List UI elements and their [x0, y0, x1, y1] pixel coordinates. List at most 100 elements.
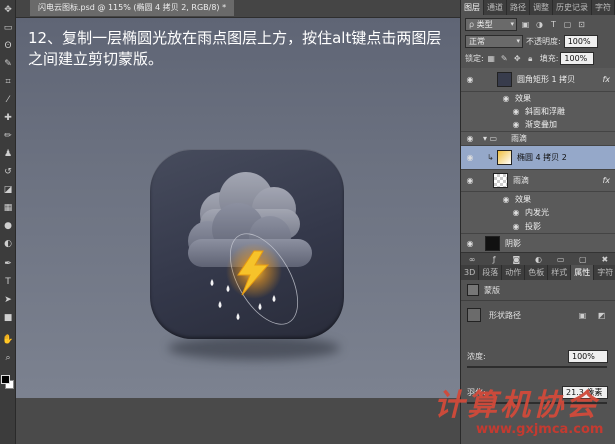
delete-icon[interactable]: ✖	[599, 254, 610, 265]
tab-styles[interactable]: 样式	[548, 265, 572, 280]
tab-swatches[interactable]: 色板	[525, 265, 549, 280]
adjustment-icon[interactable]: ◐	[533, 254, 544, 265]
effect-row[interactable]: ◉ 斜面和浮雕	[461, 105, 615, 118]
effects-row[interactable]: ◉ 效果	[461, 92, 615, 105]
history-brush-icon[interactable]: ↺	[2, 166, 14, 178]
fx-icon[interactable]: ƒ	[489, 254, 500, 265]
opacity-label: 不透明度:	[526, 37, 561, 46]
document-tab-bar: 闪电云图标.psd @ 115% (椭圆 4 拷贝 2, RGB/8) *	[16, 0, 460, 18]
new-group-icon[interactable]: ▭	[555, 254, 566, 265]
opacity-input[interactable]: 100%	[563, 35, 598, 48]
pen-tool-icon[interactable]: ✒	[2, 258, 14, 270]
tab-paragraph[interactable]: 段落	[479, 265, 503, 280]
brush-tool-icon[interactable]: ✏	[2, 130, 14, 142]
layer-filter-select[interactable]: ρ 类型	[465, 18, 517, 31]
dodge-tool-icon[interactable]: ◐	[2, 238, 14, 250]
tab-3d[interactable]: 3D	[461, 265, 480, 280]
tab-properties[interactable]: 属性	[571, 265, 595, 280]
filter-type-icon[interactable]: T	[548, 19, 559, 30]
path-select-icon[interactable]: ➤	[2, 294, 14, 306]
layer-row[interactable]: ◉ 圆角矩形 1 拷贝 fx	[461, 68, 615, 92]
gradient-tool-icon[interactable]: ▦	[2, 202, 14, 214]
marquee-tool-icon[interactable]: ▭	[2, 22, 14, 34]
layer-row-selected[interactable]: ◉ ↳ 椭圆 4 拷贝 2	[461, 146, 615, 170]
eraser-icon[interactable]: ◪	[2, 184, 14, 196]
shape-tool-icon[interactable]: ■	[2, 312, 14, 324]
layer-filter-row: ρ 类型 ▣ ◑ T ▢ ⊡	[461, 18, 615, 31]
hand-tool-icon[interactable]: ✋	[2, 334, 14, 346]
visibility-eye-icon[interactable]: ◉	[501, 94, 511, 103]
effect-name: 渐变叠加	[525, 120, 557, 129]
lock-row: 锁定: ▦ ✎ ✥ 🔒︎ 填充: 100%	[461, 52, 615, 65]
type-tool-icon[interactable]: T	[2, 276, 14, 288]
crop-tool-icon[interactable]: ⌗	[2, 76, 14, 88]
new-layer-icon[interactable]: ▢	[577, 254, 588, 265]
density-input[interactable]: 100%	[568, 350, 608, 363]
tab-adjustments[interactable]: 调整	[530, 0, 553, 15]
visibility-eye-icon[interactable]: ◉	[511, 222, 521, 231]
visibility-eye-icon[interactable]: ◉	[465, 134, 475, 143]
effect-row[interactable]: ◉ 渐变叠加	[461, 118, 615, 132]
filter-adjust-icon[interactable]: ◑	[534, 19, 545, 30]
visibility-eye-icon[interactable]: ◉	[501, 195, 511, 204]
clone-stamp-icon[interactable]: ♟	[2, 148, 14, 160]
effects-row[interactable]: ◉ 效果	[461, 192, 615, 206]
canvas[interactable]: 12、复制一层椭圆光放在雨点图层上方，按住alt键点击两图层之间建立剪切蒙版。	[16, 18, 460, 398]
tab-layers[interactable]: 图层	[461, 0, 484, 15]
effects-label: 效果	[515, 194, 531, 204]
link-icon[interactable]: ∞	[467, 254, 478, 265]
foreground-color-swatch[interactable]	[1, 375, 10, 384]
tab-history[interactable]: 历史记录	[553, 0, 592, 15]
visibility-eye-icon[interactable]: ◉	[465, 75, 475, 84]
shape-path-label: 形状路径	[489, 310, 521, 320]
tools-panel: ✥ ▭ ʘ ✎ ⌗ ⁄ ✚ ✏ ♟ ↺ ◪ ▦ ● ◐ ✒ T ➤ ■ ✋ ⌕	[0, 0, 16, 444]
tab-paths[interactable]: 路径	[507, 0, 530, 15]
lock-label: 锁定:	[465, 54, 484, 63]
select-vector-mask-icon[interactable]: ◩	[596, 310, 607, 321]
layer-thumbnail	[497, 150, 512, 165]
move-tool-icon[interactable]: ✥	[2, 4, 14, 16]
pasteboard	[16, 398, 460, 444]
density-slider[interactable]	[467, 366, 607, 368]
lock-transparent-icon[interactable]: ▦	[486, 53, 497, 64]
fill-input[interactable]: 100%	[560, 52, 595, 65]
fx-badge[interactable]: fx	[602, 176, 610, 185]
visibility-eye-icon[interactable]: ◉	[465, 153, 475, 162]
heal-brush-icon[interactable]: ✚	[2, 112, 14, 124]
tab-actions[interactable]: 动作	[502, 265, 526, 280]
filter-shape-icon[interactable]: ▢	[562, 19, 573, 30]
tab-channels[interactable]: 通道	[484, 0, 507, 15]
lock-move-icon[interactable]: ✥	[512, 53, 523, 64]
layer-thumbnail	[497, 72, 512, 87]
layer-row[interactable]: ◉ 雨滴 fx	[461, 170, 615, 192]
visibility-eye-icon[interactable]: ◉	[511, 208, 521, 217]
visibility-eye-icon[interactable]: ◉	[511, 120, 521, 129]
add-mask-icon[interactable]: ◙	[511, 254, 522, 265]
layer-group-row[interactable]: ◉ ▾ ▭ 雨滴	[461, 132, 615, 146]
lasso-tool-icon[interactable]: ʘ	[2, 40, 14, 52]
lock-paint-icon[interactable]: ✎	[499, 53, 510, 64]
zoom-tool-icon[interactable]: ⌕	[2, 352, 14, 364]
eyedropper-icon[interactable]: ⁄	[2, 94, 14, 106]
blur-tool-icon[interactable]: ●	[2, 220, 14, 232]
visibility-eye-icon[interactable]: ◉	[511, 107, 521, 116]
fx-badge[interactable]: fx	[602, 75, 610, 84]
layer-row[interactable]: ◉ 阴影	[461, 234, 615, 252]
lock-all-icon[interactable]: 🔒︎	[525, 53, 536, 64]
filter-smart-icon[interactable]: ⊡	[576, 19, 587, 30]
visibility-eye-icon[interactable]: ◉	[465, 239, 475, 248]
document-tab[interactable]: 闪电云图标.psd @ 115% (椭圆 4 拷贝 2, RGB/8) *	[30, 0, 235, 16]
quick-select-icon[interactable]: ✎	[2, 58, 14, 70]
select-pixel-mask-icon[interactable]: ▣	[577, 310, 588, 321]
blend-mode-select[interactable]: 正常	[465, 35, 523, 48]
effect-row[interactable]: ◉ 内发光	[461, 206, 615, 219]
watermark-url: www.gxjmca.com	[476, 422, 604, 437]
layer-thumbnail	[493, 173, 508, 188]
tab-character[interactable]: 字符	[592, 0, 615, 15]
filter-pixel-icon[interactable]: ▣	[520, 19, 531, 30]
visibility-eye-icon[interactable]: ◉	[465, 176, 475, 185]
group-expand-icon[interactable]: ▾ ▭	[483, 134, 497, 143]
effect-row[interactable]: ◉ 投影	[461, 219, 615, 234]
tab-character[interactable]: 字符	[594, 265, 615, 280]
effect-name: 内发光	[525, 208, 549, 217]
